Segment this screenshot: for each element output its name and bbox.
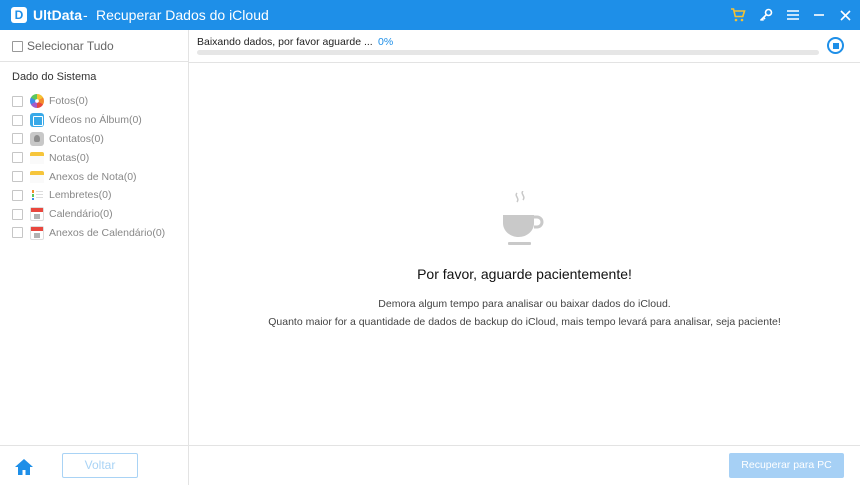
category-item-calendar[interactable]: Calendário(0) [12, 205, 187, 224]
back-button[interactable]: Voltar [62, 453, 138, 478]
category-label: Lembretes(0) [49, 189, 112, 202]
category-label: Calendário(0) [49, 208, 113, 221]
item-checkbox[interactable] [12, 208, 23, 220]
item-checkbox[interactable] [12, 189, 23, 201]
category-item-photos[interactable]: Fotos(0) [12, 92, 187, 111]
home-icon[interactable] [14, 458, 34, 476]
item-checkbox[interactable] [12, 95, 23, 107]
wait-message-line-1: Demora algum tempo para analisar ou baix… [378, 298, 671, 310]
select-all-box[interactable] [12, 40, 23, 52]
item-checkbox[interactable] [12, 227, 23, 239]
progress-bar [197, 50, 819, 55]
footer-divider [188, 446, 189, 485]
calendar-attachments-icon [30, 225, 44, 240]
select-all-label: Selecionar Tudo [27, 39, 114, 53]
sidebar-divider [0, 61, 188, 62]
category-sidebar: Selecionar Tudo Dado do Sistema Fotos(0)… [0, 30, 189, 445]
category-label: Contatos(0) [49, 132, 104, 145]
item-checkbox[interactable] [12, 171, 23, 183]
window-title: Recuperar Dados do iCloud [96, 7, 269, 23]
video-album-icon [30, 113, 44, 128]
coffee-cup-icon [503, 191, 544, 245]
category-label: Notas(0) [49, 151, 90, 164]
calendar-icon [30, 207, 44, 222]
category-label: Vídeos no Álbum(0) [49, 114, 142, 127]
cart-icon[interactable] [729, 6, 747, 24]
category-list: Fotos(0) Vídeos no Álbum(0) Contatos(0) … [12, 92, 187, 242]
key-icon[interactable] [757, 6, 775, 24]
ultdata-logo: D [11, 7, 27, 23]
progress-label: Baixando dados, por favor aguarde ... [197, 36, 373, 48]
notes-icon [30, 151, 44, 165]
close-icon[interactable] [836, 6, 854, 24]
category-item-reminders[interactable]: Lembretes(0) [12, 186, 187, 205]
footer-bar: Voltar Recuperar para PC [0, 445, 860, 485]
contacts-icon [30, 131, 44, 146]
recover-to-pc-button[interactable]: Recuperar para PC [729, 453, 844, 478]
progress-area: Baixando dados, por favor aguarde ... 0% [189, 30, 860, 62]
photos-icon [30, 94, 44, 109]
select-all-checkbox[interactable]: Selecionar Tudo [12, 39, 114, 53]
section-title: Dado do Sistema [12, 71, 97, 83]
category-item-calendar-attachments[interactable]: Anexos de Calendário(0) [12, 224, 187, 243]
category-label: Fotos(0) [49, 95, 89, 108]
item-checkbox[interactable] [12, 114, 23, 126]
menu-icon[interactable] [784, 6, 802, 24]
category-item-album-videos[interactable]: Vídeos no Álbum(0) [12, 111, 187, 130]
title-bar: D UltData - Recuperar Dados do iCloud [0, 0, 860, 30]
reminders-icon [30, 188, 44, 202]
progress-percent: 0% [378, 36, 394, 48]
waiting-panel: Por favor, aguarde pacientemente! Demora… [189, 63, 860, 445]
item-checkbox[interactable] [12, 133, 23, 145]
app-name: UltData [33, 7, 83, 23]
wait-title: Por favor, aguarde pacientemente! [417, 266, 632, 282]
category-item-contacts[interactable]: Contatos(0) [12, 130, 187, 149]
category-label: Anexos de Nota(0) [49, 170, 137, 183]
minimize-icon[interactable] [810, 6, 828, 24]
note-attachments-icon [30, 170, 44, 184]
wait-message-line-2: Quanto maior for a quantidade de dados d… [268, 316, 781, 328]
stop-button[interactable] [827, 37, 844, 54]
category-label: Anexos de Calendário(0) [49, 226, 166, 239]
item-checkbox[interactable] [12, 152, 23, 164]
category-item-note-attachments[interactable]: Anexos de Nota(0) [12, 167, 187, 186]
title-separator: - [83, 7, 88, 23]
category-item-notes[interactable]: Notas(0) [12, 148, 187, 167]
